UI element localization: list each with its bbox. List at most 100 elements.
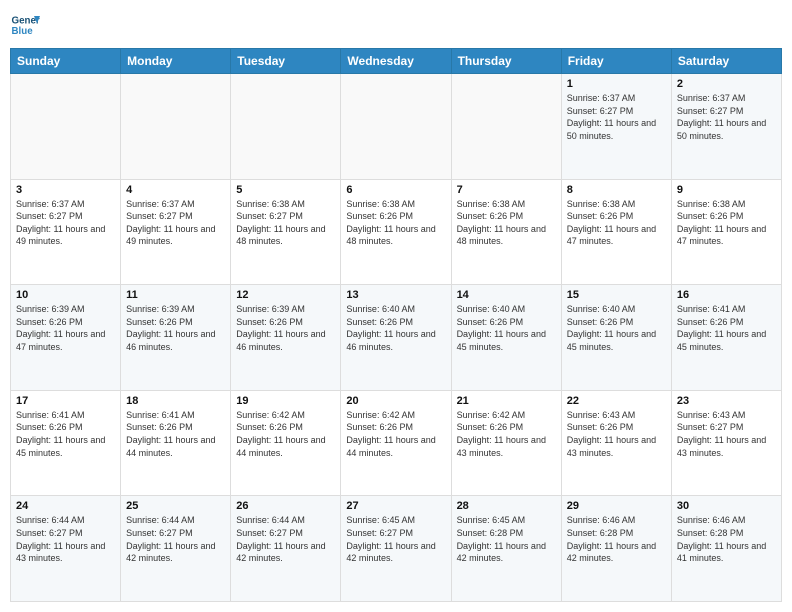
day-number: 12 (236, 289, 335, 301)
calendar-week-row: 3Sunrise: 6:37 AM Sunset: 6:27 PM Daylig… (11, 179, 782, 285)
day-number: 28 (457, 500, 556, 512)
calendar-week-row: 10 Sunrise: 6:39 AM Sunset: 6:26 PM Dayli… (11, 285, 782, 391)
day-info: Sunrise: 6:40 AM Sunset: 6:26 PM Dayligh… (457, 303, 556, 353)
weekday-header-saturday: Saturday (671, 49, 781, 74)
day-info: Sunrise: 6:44 AM Sunset: 6:27 PM Dayligh… (16, 514, 115, 564)
calendar-cell: 4 Sunrise: 6:37 AM Sunset: 6:27 PM Daylig… (121, 179, 231, 285)
day-number: 17 (16, 395, 115, 407)
calendar-week-row: 24Sunrise: 6:44 AM Sunset: 6:27 PM Dayli… (11, 496, 782, 602)
day-number: 1 (567, 78, 666, 90)
calendar-cell: 25 Sunrise: 6:44 AM Sunset: 6:27 PM Dayli… (121, 496, 231, 602)
calendar-cell: 21 Sunrise: 6:42 AM Sunset: 6:26 PM Dayli… (451, 390, 561, 496)
calendar-cell: 14 Sunrise: 6:40 AM Sunset: 6:26 PM Dayli… (451, 285, 561, 391)
calendar-cell: 10 Sunrise: 6:39 AM Sunset: 6:26 PM Dayli… (11, 285, 121, 391)
header: General Blue (10, 10, 782, 40)
day-number: 15 (567, 289, 666, 301)
calendar-cell: 30 Sunrise: 6:46 AM Sunset: 6:28 PM Dayli… (671, 496, 781, 602)
day-number: 5 (236, 184, 335, 196)
day-info: Sunrise: 6:43 AM Sunset: 6:27 PM Dayligh… (677, 409, 776, 459)
day-info: Sunrise: 6:41 AM Sunset: 6:26 PM Dayligh… (677, 303, 776, 353)
day-number: 19 (236, 395, 335, 407)
day-number: 27 (346, 500, 445, 512)
day-number: 2 (677, 78, 776, 90)
day-info: Sunrise: 6:37 AM Sunset: 6:27 PM Dayligh… (677, 92, 776, 142)
calendar-table: SundayMondayTuesdayWednesdayThursdayFrid… (10, 48, 782, 602)
day-info: Sunrise: 6:38 AM Sunset: 6:26 PM Dayligh… (567, 198, 666, 248)
day-info: Sunrise: 6:39 AM Sunset: 6:26 PM Dayligh… (126, 303, 225, 353)
day-info: Sunrise: 6:39 AM Sunset: 6:26 PM Dayligh… (236, 303, 335, 353)
calendar-cell (451, 74, 561, 180)
calendar-cell (121, 74, 231, 180)
calendar-week-row: 17 Sunrise: 6:41 AM Sunset: 6:26 PM Dayli… (11, 390, 782, 496)
calendar-cell: 26 Sunrise: 6:44 AM Sunset: 6:27 PM Dayli… (231, 496, 341, 602)
day-info: Sunrise: 6:38 AM Sunset: 6:26 PM Dayligh… (346, 198, 445, 248)
calendar-cell: 23 Sunrise: 6:43 AM Sunset: 6:27 PM Dayli… (671, 390, 781, 496)
day-number: 29 (567, 500, 666, 512)
calendar-cell (231, 74, 341, 180)
calendar-cell: 13 Sunrise: 6:40 AM Sunset: 6:26 PM Dayli… (341, 285, 451, 391)
weekday-header-sunday: Sunday (11, 49, 121, 74)
day-number: 13 (346, 289, 445, 301)
weekday-header-tuesday: Tuesday (231, 49, 341, 74)
calendar-cell: 17 Sunrise: 6:41 AM Sunset: 6:26 PM Dayli… (11, 390, 121, 496)
weekday-header-thursday: Thursday (451, 49, 561, 74)
day-info: Sunrise: 6:38 AM Sunset: 6:27 PM Dayligh… (236, 198, 335, 248)
day-info: Sunrise: 6:44 AM Sunset: 6:27 PM Dayligh… (236, 514, 335, 564)
calendar-cell: 7 Sunrise: 6:38 AM Sunset: 6:26 PM Daylig… (451, 179, 561, 285)
day-info: Sunrise: 6:42 AM Sunset: 6:26 PM Dayligh… (236, 409, 335, 459)
day-number: 7 (457, 184, 556, 196)
calendar-week-row: 1 Sunrise: 6:37 AM Sunset: 6:27 PM Daylig… (11, 74, 782, 180)
calendar-cell: 18Sunrise: 6:41 AM Sunset: 6:26 PM Dayli… (121, 390, 231, 496)
page: General Blue SundayMondayTuesdayWednesda… (0, 0, 792, 612)
calendar-cell: 22Sunrise: 6:43 AM Sunset: 6:26 PM Dayli… (561, 390, 671, 496)
day-info: Sunrise: 6:40 AM Sunset: 6:26 PM Dayligh… (346, 303, 445, 353)
calendar-header-row: SundayMondayTuesdayWednesdayThursdayFrid… (11, 49, 782, 74)
calendar-cell: 1 Sunrise: 6:37 AM Sunset: 6:27 PM Daylig… (561, 74, 671, 180)
day-number: 20 (346, 395, 445, 407)
day-number: 25 (126, 500, 225, 512)
calendar-cell: 29 Sunrise: 6:46 AM Sunset: 6:28 PM Dayli… (561, 496, 671, 602)
day-info: Sunrise: 6:38 AM Sunset: 6:26 PM Dayligh… (677, 198, 776, 248)
day-info: Sunrise: 6:45 AM Sunset: 6:27 PM Dayligh… (346, 514, 445, 564)
weekday-header-friday: Friday (561, 49, 671, 74)
day-number: 23 (677, 395, 776, 407)
calendar-cell: 6 Sunrise: 6:38 AM Sunset: 6:26 PM Daylig… (341, 179, 451, 285)
calendar-cell: 3Sunrise: 6:37 AM Sunset: 6:27 PM Daylig… (11, 179, 121, 285)
day-info: Sunrise: 6:37 AM Sunset: 6:27 PM Dayligh… (567, 92, 666, 142)
calendar-cell: 9 Sunrise: 6:38 AM Sunset: 6:26 PM Daylig… (671, 179, 781, 285)
day-info: Sunrise: 6:41 AM Sunset: 6:26 PM Dayligh… (126, 409, 225, 459)
weekday-header-monday: Monday (121, 49, 231, 74)
day-number: 30 (677, 500, 776, 512)
calendar-cell: 8 Sunrise: 6:38 AM Sunset: 6:26 PM Daylig… (561, 179, 671, 285)
day-number: 16 (677, 289, 776, 301)
day-number: 14 (457, 289, 556, 301)
day-number: 10 (16, 289, 115, 301)
day-number: 4 (126, 184, 225, 196)
day-info: Sunrise: 6:37 AM Sunset: 6:27 PM Dayligh… (126, 198, 225, 248)
calendar-cell: 20 Sunrise: 6:42 AM Sunset: 6:26 PM Dayli… (341, 390, 451, 496)
logo: General Blue (10, 10, 40, 40)
day-info: Sunrise: 6:46 AM Sunset: 6:28 PM Dayligh… (567, 514, 666, 564)
day-number: 9 (677, 184, 776, 196)
day-number: 26 (236, 500, 335, 512)
day-info: Sunrise: 6:43 AM Sunset: 6:26 PM Dayligh… (567, 409, 666, 459)
day-number: 6 (346, 184, 445, 196)
calendar-cell: 11 Sunrise: 6:39 AM Sunset: 6:26 PM Dayli… (121, 285, 231, 391)
day-info: Sunrise: 6:38 AM Sunset: 6:26 PM Dayligh… (457, 198, 556, 248)
calendar-cell: 2 Sunrise: 6:37 AM Sunset: 6:27 PM Daylig… (671, 74, 781, 180)
day-info: Sunrise: 6:40 AM Sunset: 6:26 PM Dayligh… (567, 303, 666, 353)
day-info: Sunrise: 6:44 AM Sunset: 6:27 PM Dayligh… (126, 514, 225, 564)
day-info: Sunrise: 6:45 AM Sunset: 6:28 PM Dayligh… (457, 514, 556, 564)
day-number: 21 (457, 395, 556, 407)
day-info: Sunrise: 6:41 AM Sunset: 6:26 PM Dayligh… (16, 409, 115, 459)
calendar-cell: 27 Sunrise: 6:45 AM Sunset: 6:27 PM Dayli… (341, 496, 451, 602)
day-info: Sunrise: 6:42 AM Sunset: 6:26 PM Dayligh… (457, 409, 556, 459)
calendar-cell: 12 Sunrise: 6:39 AM Sunset: 6:26 PM Dayli… (231, 285, 341, 391)
calendar-cell: 24Sunrise: 6:44 AM Sunset: 6:27 PM Dayli… (11, 496, 121, 602)
day-info: Sunrise: 6:46 AM Sunset: 6:28 PM Dayligh… (677, 514, 776, 564)
day-info: Sunrise: 6:39 AM Sunset: 6:26 PM Dayligh… (16, 303, 115, 353)
day-info: Sunrise: 6:42 AM Sunset: 6:26 PM Dayligh… (346, 409, 445, 459)
day-number: 11 (126, 289, 225, 301)
calendar-cell: 5 Sunrise: 6:38 AM Sunset: 6:27 PM Daylig… (231, 179, 341, 285)
day-number: 8 (567, 184, 666, 196)
